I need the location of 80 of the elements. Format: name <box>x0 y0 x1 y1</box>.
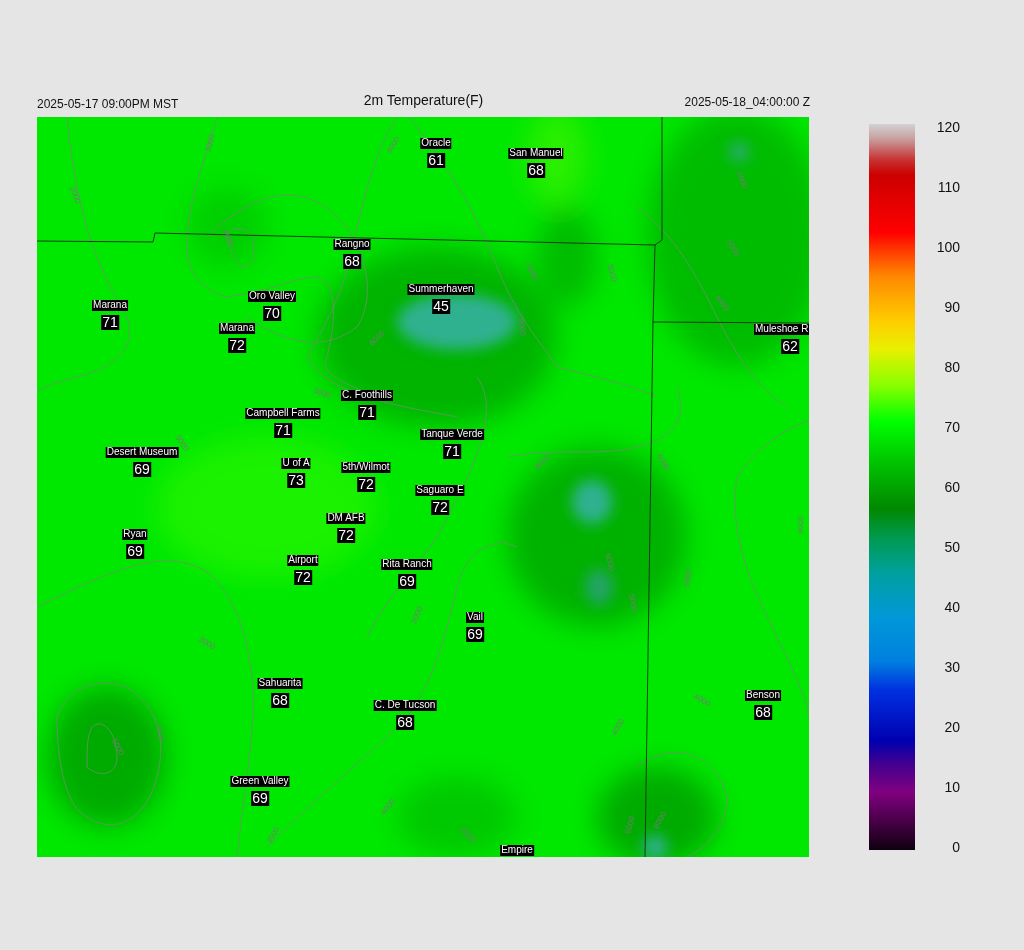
temperature-value: 71 <box>443 444 461 459</box>
temperature-value: 71 <box>274 423 292 438</box>
temperature-value: 72 <box>337 528 355 543</box>
station-name: Ryan <box>122 529 148 540</box>
station-name: Campbell Farms <box>245 408 321 419</box>
temperature-value: 71 <box>358 405 376 420</box>
scale-tick-label: 40 <box>943 598 960 617</box>
temperature-value: 68 <box>271 693 289 708</box>
scale-tick-label: 80 <box>943 358 960 377</box>
temperature-value: 69 <box>466 627 484 642</box>
station-name: Green Valley <box>230 776 290 787</box>
contour-label: 3000 <box>605 263 619 283</box>
contour-label: 6000 <box>603 552 617 572</box>
station-name: Saguaro E <box>415 485 465 496</box>
temperature-value: 69 <box>133 462 151 477</box>
station-name: Rita Ranch <box>381 559 433 570</box>
station-name: Tanque Verde <box>420 429 484 440</box>
station-name: Muleshoe R <box>754 324 809 335</box>
contour-label: 3000 <box>409 605 425 625</box>
temperature-value: 70 <box>263 306 281 321</box>
station-name: C. Foothills <box>341 390 393 401</box>
temperature-value: 45 <box>432 299 450 314</box>
scale-tick-label: 30 <box>943 658 960 677</box>
station-name: Airport <box>287 555 319 566</box>
chart-title: 2m Temperature(F) <box>363 92 484 108</box>
scale-tick-label: 10 <box>943 778 960 797</box>
contour-label: 5000 <box>623 815 637 835</box>
station-name: Summerhaven <box>407 284 475 295</box>
temperature-value: 72 <box>294 570 312 585</box>
temperature-value: 71 <box>101 315 119 330</box>
scale-tick-label: 60 <box>943 478 960 497</box>
temperature-value: 61 <box>427 153 445 168</box>
station-name: Marana <box>219 323 255 334</box>
temperature-value: 73 <box>287 473 305 488</box>
scale-tick-label: 50 <box>943 538 960 557</box>
station-name: Oro Valley <box>248 291 296 302</box>
station-name: Marana <box>92 300 128 311</box>
temperature-value: 69 <box>398 574 416 589</box>
model-time: 2025-05-18_04:00:00 Z <box>684 94 810 111</box>
contour-label: 4000 <box>692 691 712 709</box>
scale-tick-label: 120 <box>935 118 960 137</box>
contour-label: 2000 <box>67 185 83 205</box>
station-name: DM AFB <box>326 513 366 524</box>
contour-label: 5000 <box>516 317 528 337</box>
scale-tick-label: 0 <box>951 838 960 857</box>
contour-label: 5000 <box>682 568 694 588</box>
contour-label: 4000 <box>795 516 805 534</box>
temperature-value: 72 <box>357 477 375 492</box>
station-name: Vail <box>466 612 484 623</box>
scale-tick-label: 20 <box>943 718 960 737</box>
station-name: Desert Museum <box>105 447 179 458</box>
station-name: C. De Tucson <box>373 700 437 711</box>
station-name: Oracle <box>420 138 452 149</box>
station-name: 5th/Wilmot <box>341 462 391 473</box>
station-name: Rangno <box>333 239 371 250</box>
temperature-value: 69 <box>126 544 144 559</box>
station-name: Sahuarita <box>257 678 303 689</box>
station-name: U of A <box>281 458 311 469</box>
scale-tick-label: 100 <box>935 238 960 257</box>
station-name: Benson <box>745 690 781 701</box>
temperature-value: 72 <box>431 500 449 515</box>
temperature-value: 68 <box>527 163 545 178</box>
temperature-value: 68 <box>343 254 361 269</box>
temperature-value: 68 <box>396 715 414 730</box>
contour-label: 5000 <box>627 593 639 613</box>
scale-tick-label: 90 <box>943 298 960 317</box>
scale-tick-label: 70 <box>943 418 960 437</box>
temperature-value: 68 <box>754 705 772 720</box>
contour-label: 3000 <box>203 133 217 153</box>
contour-label: 3000 <box>197 634 217 652</box>
contour-label: 4000 <box>153 723 167 743</box>
temperature-value: 69 <box>251 791 269 806</box>
scale-tick-label: 110 <box>936 178 960 197</box>
contour-label: 6000 <box>734 170 750 190</box>
temperature-value: 72 <box>228 338 246 353</box>
station-name: San Manuel <box>508 148 564 159</box>
station-name: Empire <box>500 845 534 856</box>
contour-label: 3000 <box>312 385 332 401</box>
valid-time: 2025-05-17 09:00PM MST <box>37 96 179 113</box>
temperature-value: 62 <box>781 339 799 354</box>
